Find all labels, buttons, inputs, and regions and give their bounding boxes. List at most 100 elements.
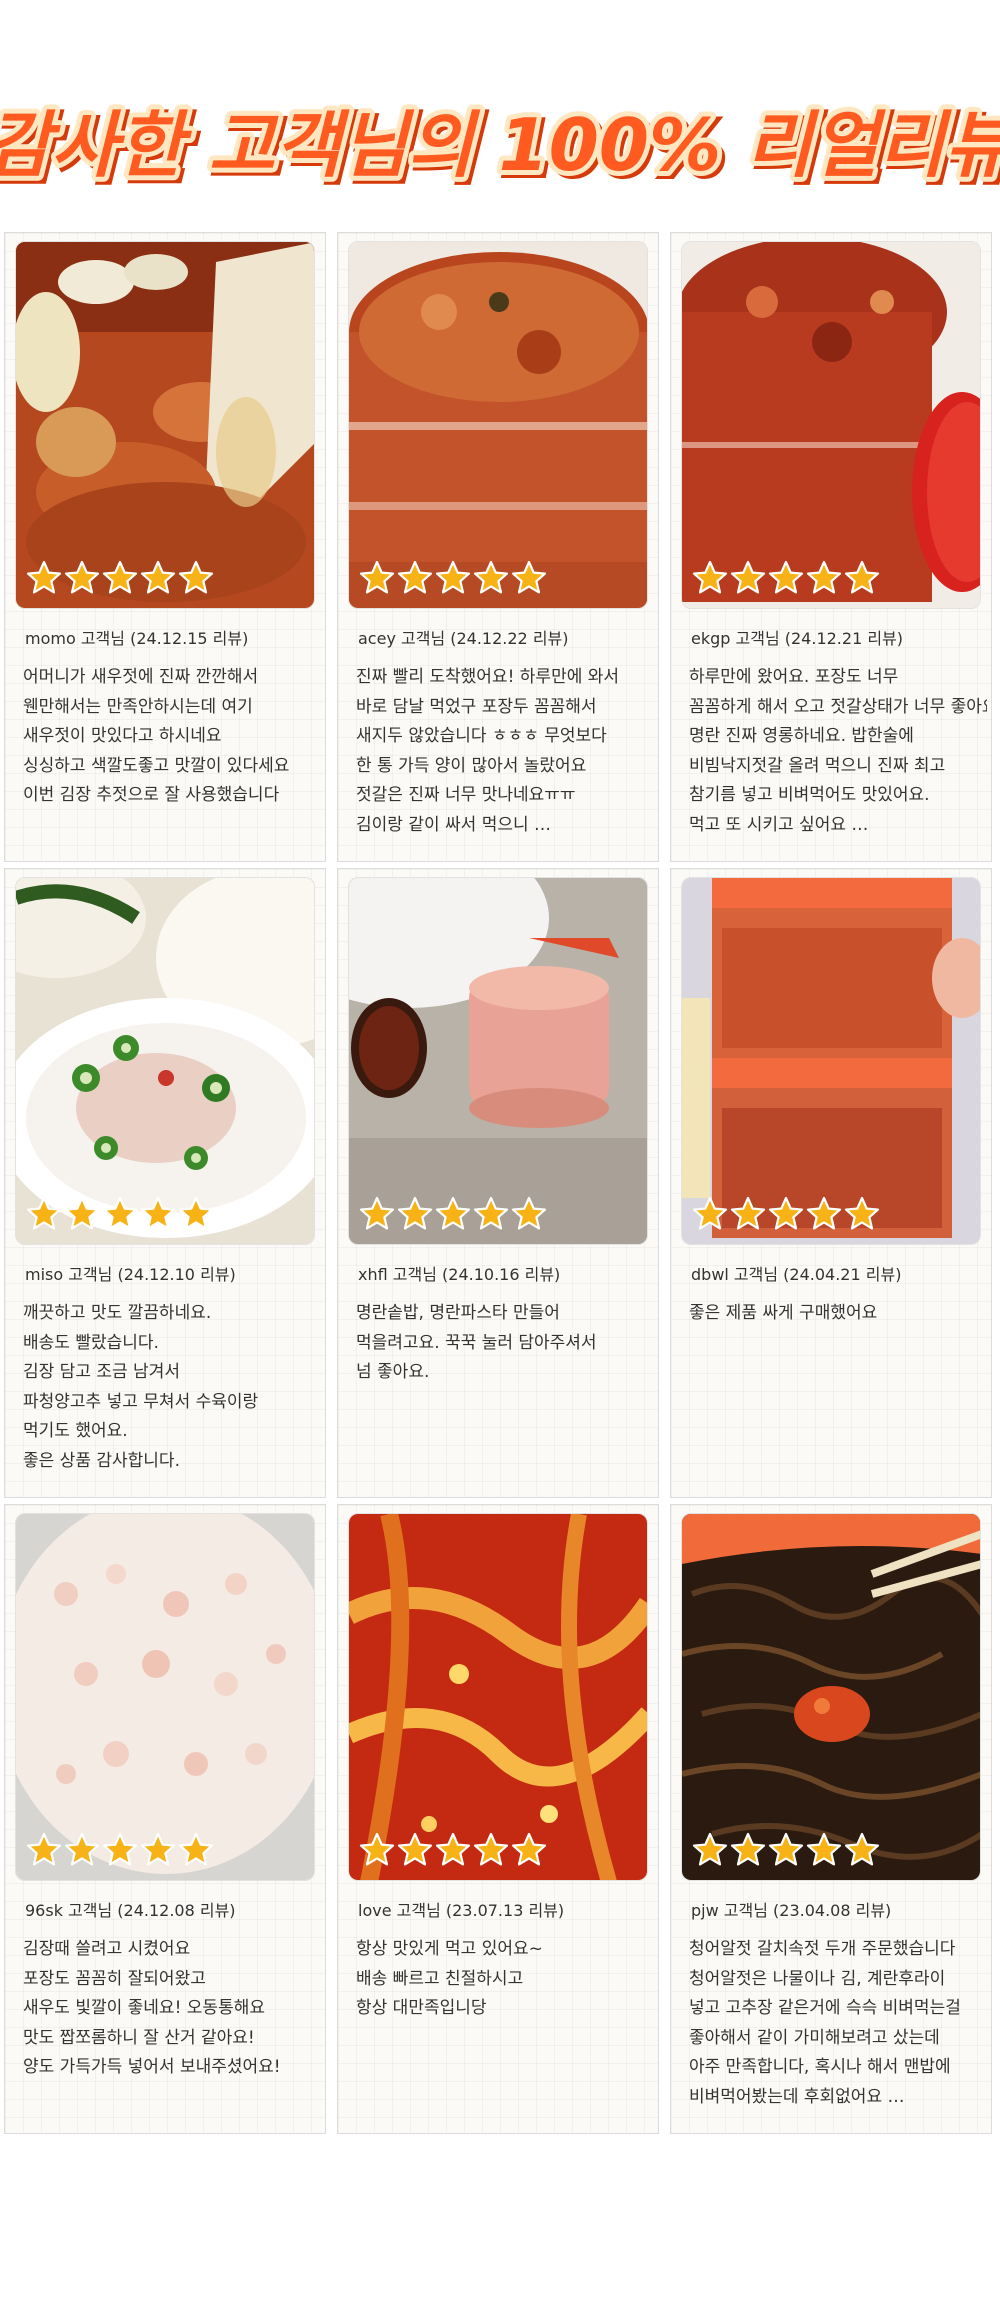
star-icon bbox=[730, 560, 766, 596]
review-text-line: 항상 대만족입니당 bbox=[356, 1998, 487, 2018]
seasoned-jeotgal-jar-photo bbox=[682, 242, 980, 608]
star-rating bbox=[692, 560, 880, 596]
cat-and-myeongran-jar-photo bbox=[349, 878, 647, 1244]
review-text-line: 좋은 상품 감사합니다. bbox=[23, 1450, 180, 1471]
review-text: 깨끗하고 맛도 깔끔하네요. 배송도 빨랐습니다. 김장 담고 조금 남겨서 파청양고… bbox=[23, 1299, 321, 1476]
reviewer-name: dbwl 고객님 (24.04.21 리뷰) bbox=[691, 1265, 902, 1284]
star-icon bbox=[397, 1832, 433, 1868]
review-text-line: 어머니가 새우젓에 진짜 깐깐해서 bbox=[23, 667, 259, 687]
review-text-line: 진짜 빨리 도착했어요! 하루만에 와서 bbox=[356, 667, 620, 687]
review-text: 명란솥밥, 명란파스타 만들어먹을려고요. 꾹꾹 눌러 담아주셔서넘 좋아요. bbox=[356, 1299, 654, 1388]
review-text-line: 파청양고추 넣고 무쳐서 수육이랑 bbox=[23, 1391, 259, 1412]
star-icon bbox=[359, 1196, 395, 1232]
review-photo[interactable] bbox=[681, 1513, 981, 1881]
star-rating bbox=[26, 560, 214, 596]
review-text-line: 항상 맛있게 먹고 있어요~ bbox=[356, 1939, 543, 1959]
reviewer-name: xhfl 고객님 (24.10.16 리뷰) bbox=[358, 1265, 561, 1284]
review-photo[interactable] bbox=[681, 877, 981, 1245]
star-icon bbox=[26, 1196, 62, 1232]
review-text-line: 하루만에 왔어요. 포장도 너무 bbox=[689, 667, 899, 687]
star-icon bbox=[102, 560, 138, 596]
review-text: 진짜 빨리 도착했어요! 하루만에 와서 바로 담날 먹었구 포장두 꼼꼼해서 새지… bbox=[356, 663, 654, 840]
reviewer-name: love 고객님 (23.07.13 리뷰) bbox=[358, 1901, 565, 1920]
reviewer-name: 96sk 고객님 (24.12.08 리뷰) bbox=[25, 1901, 236, 1920]
review-text-line: 넘 좋아요. bbox=[356, 1362, 430, 1382]
star-icon bbox=[511, 1196, 547, 1232]
review-text-line: 먹고 또 시키고 싶어요 … bbox=[689, 814, 869, 835]
review-text-line: 새우젓이 맛있다고 하시네요 bbox=[23, 726, 222, 746]
star-icon bbox=[692, 1196, 728, 1232]
review-text-line: 김장 담고 조금 남겨서 bbox=[23, 1362, 180, 1382]
star-icon bbox=[806, 560, 842, 596]
star-icon bbox=[178, 1196, 214, 1232]
review-text-line: 맛도 짭쪼롬하니 잘 산거 같아요! bbox=[23, 2027, 255, 2048]
star-icon bbox=[64, 560, 100, 596]
star-icon bbox=[64, 1832, 100, 1868]
review-card[interactable]: 96sk 고객님 (24.12.08 리뷰) 김장때 쓸려고 시켰어요 포장도 꼼꼼… bbox=[4, 1504, 326, 2134]
review-photo[interactable] bbox=[348, 1513, 648, 1881]
star-icon bbox=[102, 1832, 138, 1868]
star-icon bbox=[844, 1196, 880, 1232]
review-text: 하루만에 왔어요. 포장도 너무 꼼꼼하게 해서 오고 젓갈상태가 너무 좋아요 명… bbox=[689, 663, 987, 840]
star-icon bbox=[844, 560, 880, 596]
squid-jeotgal-closeup-photo bbox=[349, 1514, 647, 1880]
review-card[interactable]: dbwl 고객님 (24.04.21 리뷰) 좋은 제품 싸게 구매했어요 bbox=[670, 868, 992, 1498]
review-photo[interactable] bbox=[348, 877, 648, 1245]
review-card[interactable]: acey 고객님 (24.12.22 리뷰) 진짜 빨리 도착했어요! 하루만에 … bbox=[337, 232, 659, 862]
review-text-line: 청어알젓은 나물이나 김, 계란후라이 bbox=[689, 1968, 946, 1989]
star-icon bbox=[473, 1832, 509, 1868]
review-photo[interactable] bbox=[15, 877, 315, 1245]
review-text: 어머니가 새우젓에 진짜 깐깐해서 웬만해서는 만족안하시는데 여기 새우젓이 맛있… bbox=[23, 663, 321, 811]
review-card[interactable]: momo 고객님 (24.12.15 리뷰) 어머니가 새우젓에 진짜 깐깐해서 웬… bbox=[4, 232, 326, 862]
shrimp-pepper-plate-photo bbox=[16, 878, 314, 1244]
review-text-line: 배송 빠르고 친절하시고 bbox=[356, 1968, 524, 1989]
reviewer-name: momo 고객님 (24.12.15 리뷰) bbox=[25, 629, 249, 648]
review-photo[interactable] bbox=[348, 241, 648, 609]
review-text-line: 먹을려고요. 꾹꾹 눌러 담아주셔서 bbox=[356, 1332, 597, 1353]
review-text: 좋은 제품 싸게 구매했어요 bbox=[689, 1299, 987, 1329]
spicy-jeotgal-jar-photo bbox=[349, 242, 647, 608]
star-icon bbox=[511, 560, 547, 596]
star-icon bbox=[359, 1832, 395, 1868]
reviewer-name: acey 고객님 (24.12.22 리뷰) bbox=[358, 629, 569, 648]
star-icon bbox=[473, 1196, 509, 1232]
star-icon bbox=[397, 560, 433, 596]
review-text-line: 먹기도 했어요. bbox=[23, 1421, 128, 1441]
star-icon bbox=[806, 1196, 842, 1232]
reviewer-name: pjw 고객님 (23.04.08 리뷰) bbox=[691, 1901, 892, 1920]
review-text-line: 싱싱하고 색깔도좋고 맛깔이 있다세요 bbox=[23, 755, 290, 776]
review-card[interactable]: love 고객님 (23.07.13 리뷰) 항상 맛있게 먹고 있어요~ 배송 빠… bbox=[337, 1504, 659, 2134]
review-card[interactable]: pjw 고객님 (23.04.08 리뷰) 청어알젓 갈치속젓 두개 주문했습니다… bbox=[670, 1504, 992, 2134]
review-text-line: 배송도 빨랐습니다. bbox=[23, 1332, 159, 1353]
review-photo[interactable] bbox=[15, 1513, 315, 1881]
kimchi-seasoning-photo bbox=[16, 242, 314, 608]
review-text-line: 명란 진짜 영롱하네요. 밥한술에 bbox=[689, 726, 914, 746]
review-text-line: 명란솥밥, 명란파스타 만들어 bbox=[356, 1303, 560, 1323]
review-text-line: 좋은 제품 싸게 구매했어요 bbox=[689, 1303, 878, 1323]
review-text: 청어알젓 갈치속젓 두개 주문했습니다 청어알젓은 나물이나 김, 계란후라이 넣고… bbox=[689, 1935, 987, 2112]
review-text-line: 포장도 꼼꼼히 잘되어왔고 bbox=[23, 1968, 206, 1989]
star-icon bbox=[178, 560, 214, 596]
star-rating bbox=[26, 1832, 214, 1868]
star-rating bbox=[359, 1196, 547, 1232]
star-icon bbox=[26, 1832, 62, 1868]
reviewer-name: ekgp 고객님 (24.12.21 리뷰) bbox=[691, 629, 904, 648]
review-card[interactable]: miso 고객님 (24.12.10 리뷰) 깨끗하고 맛도 깔끔하네요. 배송도 … bbox=[4, 868, 326, 1498]
review-card[interactable]: ekgp 고객님 (24.12.21 리뷰) 하루만에 왔어요. 포장도 너무 꼼꼼… bbox=[670, 232, 992, 862]
reviewer-name: miso 고객님 (24.12.10 리뷰) bbox=[25, 1265, 236, 1284]
review-text-line: 비벼먹어봤는데 후회없어요 … bbox=[689, 2086, 905, 2107]
page-title: 감사한 고객님의 100% 리얼리뷰 bbox=[0, 103, 1000, 187]
star-rating bbox=[26, 1196, 214, 1232]
review-text-line: 김이랑 같이 싸서 먹으니 … bbox=[356, 814, 552, 835]
review-text-line: 넣고 고추장 같은거에 슥슥 비벼먹는걸 bbox=[689, 1998, 961, 2018]
review-photo[interactable] bbox=[15, 241, 315, 609]
stacked-jars-photo bbox=[682, 878, 980, 1244]
star-icon bbox=[768, 1196, 804, 1232]
review-card[interactable]: xhfl 고객님 (24.10.16 리뷰) 명란솥밥, 명란파스타 만들어먹을려… bbox=[337, 868, 659, 1498]
review-text-line: 바로 담날 먹었구 포장두 꼼꼼해서 bbox=[356, 696, 597, 717]
star-icon bbox=[435, 560, 471, 596]
review-photo[interactable] bbox=[681, 241, 981, 609]
review-text-line: 젓갈은 진짜 너무 맛나네요ㅠㅠ bbox=[356, 785, 576, 805]
star-icon bbox=[473, 560, 509, 596]
review-text-line: 새우도 빛깔이 좋네요! 오동통해요 bbox=[23, 1998, 265, 2018]
